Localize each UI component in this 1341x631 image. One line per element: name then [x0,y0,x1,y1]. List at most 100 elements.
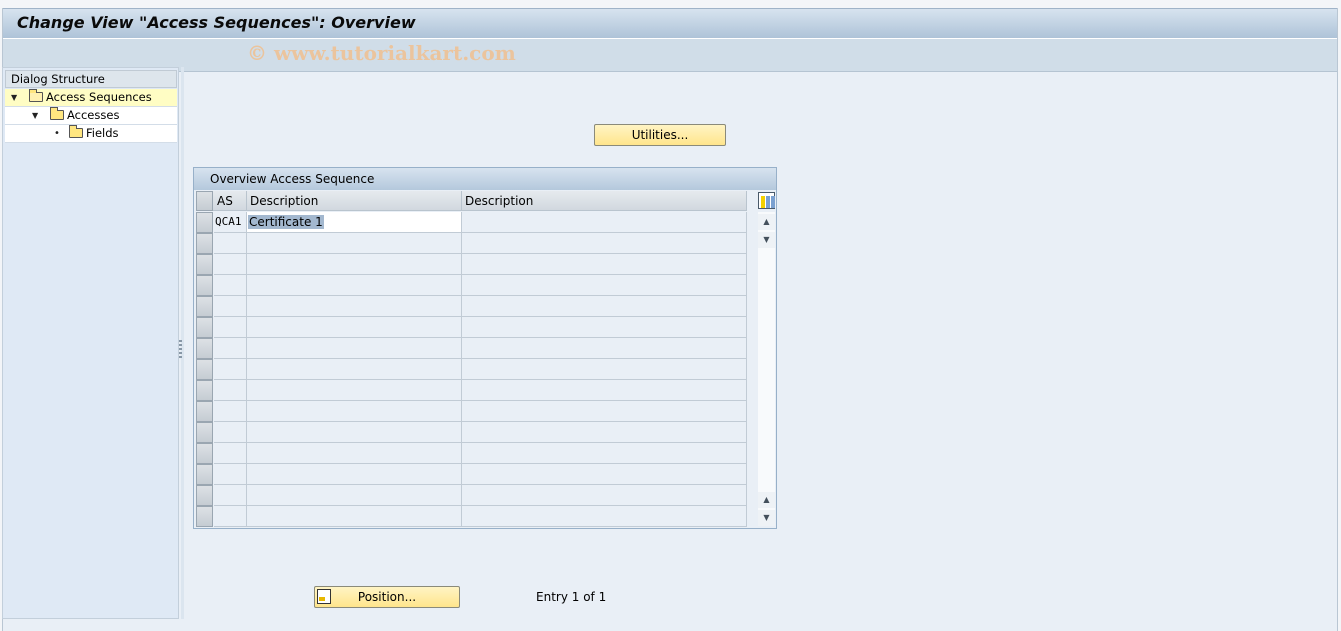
cell-description [247,275,462,296]
table-row [196,317,747,338]
cell-description-2 [462,254,747,275]
cell-description-2 [462,422,747,443]
cell-as [214,254,247,275]
cell-description [247,233,462,254]
column-header-description[interactable]: Description [247,191,462,211]
cell-as [214,275,247,296]
table-row [196,338,747,359]
cell-description [247,506,462,527]
watermark: © www.tutorialkart.com [247,41,516,65]
cell-description-2 [462,296,747,317]
table-row [196,275,747,296]
cell-as [214,380,247,401]
cell-description [247,338,462,359]
column-header-as[interactable]: AS [214,191,247,211]
folder-icon [69,125,83,138]
cell-as [214,338,247,359]
cell-description-2 [462,212,747,233]
cell-description-2 [462,275,747,296]
row-selector[interactable] [196,485,213,506]
cell-as [214,296,247,317]
cell-description-2 [462,506,747,527]
table-title: Overview Access Sequence [194,168,776,190]
row-selector[interactable] [196,506,213,527]
scroll-up-icon[interactable]: ▲ [758,492,775,508]
cell-description [247,401,462,422]
tree-item-fields[interactable]: • Fields [5,125,177,143]
tree-item-accesses[interactable]: ▼ Accesses [5,107,177,125]
table-row [196,254,747,275]
position-button-label: Position... [357,590,417,604]
row-selector[interactable] [196,401,213,422]
splitter-grip-icon[interactable] [179,340,182,358]
cell-as [214,422,247,443]
cell-description [247,443,462,464]
row-selector[interactable] [196,317,213,338]
row-selector[interactable] [196,359,213,380]
table-row [196,506,747,527]
cell-description-2 [462,317,747,338]
row-selector[interactable] [196,254,213,275]
utilities-button[interactable]: Utilities... [594,124,726,146]
cell-description [247,485,462,506]
tree-item-label: Access Sequences [46,90,152,104]
scroll-down-top-icon[interactable]: ▼ [758,232,775,248]
scroll-down-icon[interactable]: ▼ [758,510,775,526]
cell-as [214,506,247,527]
cell-as [214,401,247,422]
tree-item-label: Accesses [67,108,120,122]
cell-as [214,443,247,464]
table-row [196,296,747,317]
position-button[interactable]: Position... [314,586,460,608]
row-selector[interactable] [196,464,213,485]
folder-icon [50,107,64,120]
table-row [196,233,747,254]
folder-open-icon [29,89,43,102]
row-selector[interactable] [196,422,213,443]
cell-description [247,464,462,485]
dialog-structure-pane: Dialog Structure ▼ Access Sequences ▼ Ac… [2,67,179,619]
row-selector[interactable] [196,443,213,464]
column-header-description-2[interactable]: Description [462,191,747,211]
table-row [196,443,747,464]
row-selector[interactable] [196,275,213,296]
table-row: QCA1 Certificate 1 [196,212,747,233]
expand-icon[interactable]: ▼ [11,89,17,106]
page-title: Change View "Access Sequences": Overview [17,13,416,32]
scroll-up-top-icon[interactable]: ▲ [758,214,775,230]
cell-description [247,359,462,380]
cell-as [214,464,247,485]
title-bar: Change View "Access Sequences": Overview [3,8,1337,39]
tree-item-label: Fields [86,126,119,140]
table-control: Overview Access Sequence AS Description … [193,167,777,529]
vertical-scrollbar[interactable]: ▲ ▼ ▲ ▼ [758,212,775,526]
select-all-button[interactable] [196,191,213,211]
description-input-value[interactable]: Certificate 1 [248,215,324,229]
table-row [196,359,747,380]
cell-description [247,296,462,317]
row-selector[interactable] [196,233,213,254]
cell-as [214,359,247,380]
cell-description [247,317,462,338]
bullet-icon: • [54,128,60,139]
cell-description-2 [462,338,747,359]
row-selector[interactable] [196,338,213,359]
cell-as: QCA1 [214,212,247,233]
cell-description-2 [462,401,747,422]
expand-icon[interactable]: ▼ [32,107,38,124]
row-selector[interactable] [196,296,213,317]
dialog-structure-header: Dialog Structure [5,70,177,88]
application-toolbar: © www.tutorialkart.com [3,39,1337,72]
table-row [196,401,747,422]
cell-description [247,254,462,275]
column-settings-icon[interactable] [758,192,775,209]
table-row [196,380,747,401]
cell-description-2 [462,443,747,464]
row-selector[interactable] [196,212,213,233]
cell-as [214,317,247,338]
cell-description-2 [462,464,747,485]
tree-item-access-sequences[interactable]: ▼ Access Sequences [5,89,177,107]
cell-as [214,233,247,254]
row-selector[interactable] [196,380,213,401]
cell-description[interactable]: Certificate 1 [247,212,462,233]
